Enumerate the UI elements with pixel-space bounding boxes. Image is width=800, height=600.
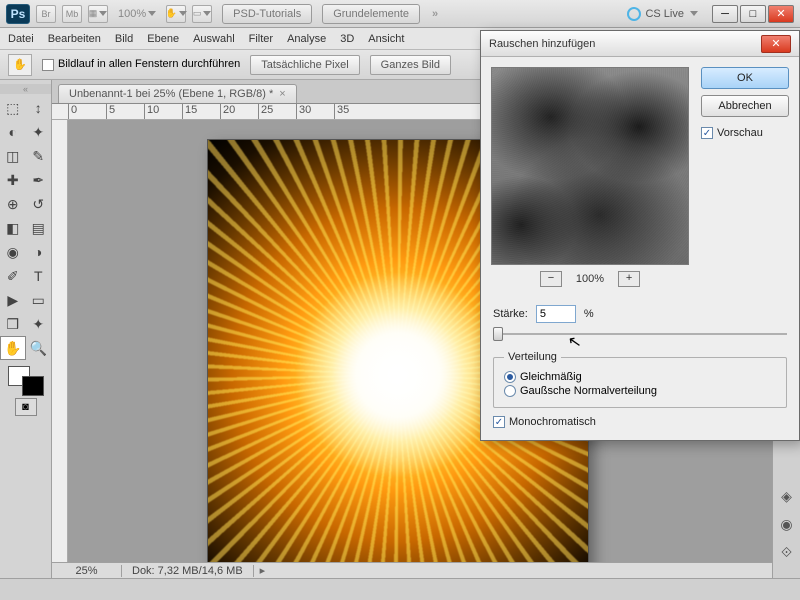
tool-palette: « ⬚↕ ◐✦ ◫✎ ✚✒ ⊕↺ ◧▤ ◉◑ ✐T ▶▭ ❒✦ ✋🔍 ◙ xyxy=(0,80,52,578)
dialog-titlebar[interactable]: Rauschen hinzufügen ✕ xyxy=(481,31,799,57)
slider-thumb[interactable] xyxy=(493,327,503,341)
menu-datei[interactable]: Datei xyxy=(8,33,34,45)
dialog-title: Rauschen hinzufügen xyxy=(489,38,595,50)
preview-zoom-label: 100% xyxy=(576,273,604,285)
layers-panel-icon[interactable]: ◈ xyxy=(777,486,797,506)
minibridge-button[interactable]: Mb xyxy=(62,5,82,23)
blur-tool-icon[interactable]: ◉ xyxy=(0,240,26,264)
menu-analyse[interactable]: Analyse xyxy=(287,33,326,45)
stamp-tool-icon[interactable]: ⊕ xyxy=(0,192,26,216)
monochromatic-checkbox[interactable]: ✓Monochromatisch xyxy=(493,416,787,428)
hand-tool-icon[interactable]: ✋ xyxy=(0,336,26,360)
palette-expand-icon[interactable]: « xyxy=(0,84,51,94)
close-tab-icon[interactable]: × xyxy=(279,88,285,100)
doc-info-chevron-icon[interactable]: ▸ xyxy=(254,564,272,577)
strength-slider[interactable] xyxy=(493,325,787,343)
ok-button[interactable]: OK xyxy=(701,67,789,89)
current-tool-hand-icon[interactable]: ✋ xyxy=(8,54,32,76)
menu-bearbeiten[interactable]: Bearbeiten xyxy=(48,33,101,45)
distribution-legend: Verteilung xyxy=(504,351,561,363)
menu-filter[interactable]: Filter xyxy=(249,33,273,45)
shape-tool-icon[interactable]: ▭ xyxy=(26,288,52,312)
path-select-tool-icon[interactable]: ▶ xyxy=(0,288,26,312)
menu-auswahl[interactable]: Auswahl xyxy=(193,33,235,45)
dialog-preview[interactable] xyxy=(491,67,689,265)
marquee-tool-icon[interactable]: ⬚ xyxy=(0,96,26,120)
document-status-bar: 25% Dok: 7,32 MB/14,6 MB ▸ xyxy=(52,562,772,578)
window-close-button[interactable]: ✕ xyxy=(768,5,794,23)
color-swatches[interactable] xyxy=(8,366,44,396)
magic-wand-tool-icon[interactable]: ✦ xyxy=(26,120,52,144)
3d-tool-icon[interactable]: ❒ xyxy=(0,312,26,336)
quickmask-button[interactable]: ◙ xyxy=(15,398,37,416)
preview-zoom-out-button[interactable]: − xyxy=(540,271,562,287)
preview-zoom-in-button[interactable]: + xyxy=(618,271,640,287)
cs-live-icon xyxy=(627,7,641,21)
background-swatch[interactable] xyxy=(22,376,44,396)
menu-ansicht[interactable]: Ansicht xyxy=(368,33,404,45)
channels-panel-icon[interactable]: ◉ xyxy=(777,514,797,534)
brush-tool-icon[interactable]: ✒ xyxy=(26,168,52,192)
strength-input[interactable] xyxy=(536,305,576,323)
doc-zoom-field[interactable]: 25% xyxy=(52,565,122,577)
dodge-tool-icon[interactable]: ◑ xyxy=(26,240,52,264)
scroll-all-windows-checkbox[interactable]: Bildlauf in allen Fenstern durchführen xyxy=(42,58,240,70)
fit-whole-image-button[interactable]: Ganzes Bild xyxy=(370,55,451,75)
app-zoom-label[interactable]: 100% xyxy=(118,8,156,20)
menu-ebene[interactable]: Ebene xyxy=(147,33,179,45)
move-tool-icon[interactable]: ↕ xyxy=(26,96,52,120)
app-bar: Ps Br Mb ▦ 100% ✋ ▭ PSD-Tutorials Grunde… xyxy=(0,0,800,28)
crop-tool-icon[interactable]: ◫ xyxy=(0,144,26,168)
ps-logo-icon[interactable]: Ps xyxy=(6,4,30,24)
workspace-more-icon[interactable]: » xyxy=(432,8,438,20)
distribution-uniform-radio[interactable]: Gleichmäßig xyxy=(504,371,776,383)
ruler-vertical xyxy=(52,120,68,562)
menu-3d[interactable]: 3D xyxy=(340,33,354,45)
distribution-gaussian-radio[interactable]: Gaußsche Normalverteilung xyxy=(504,385,776,397)
view-grid-icon[interactable]: ▦ xyxy=(88,5,108,23)
paths-panel-icon[interactable]: ⟐ xyxy=(777,542,797,562)
lasso-tool-icon[interactable]: ◐ xyxy=(0,120,26,144)
percent-label: % xyxy=(584,308,594,320)
strength-label: Stärke: xyxy=(493,308,528,320)
hand-mode-icon[interactable]: ✋ xyxy=(166,5,186,23)
bridge-button[interactable]: Br xyxy=(36,5,56,23)
window-minimize-button[interactable]: ─ xyxy=(712,5,738,23)
workspace-psd-tutorials[interactable]: PSD-Tutorials xyxy=(222,4,312,24)
screen-mode-icon[interactable]: ▭ xyxy=(192,5,212,23)
history-brush-tool-icon[interactable]: ↺ xyxy=(26,192,52,216)
pen-tool-icon[interactable]: ✐ xyxy=(0,264,26,288)
window-maximize-button[interactable]: □ xyxy=(740,5,766,23)
cs-live-button[interactable]: CS Live xyxy=(627,7,698,21)
workspace-grundelemente[interactable]: Grundelemente xyxy=(322,4,420,24)
cancel-button[interactable]: Abbrechen xyxy=(701,95,789,117)
eraser-tool-icon[interactable]: ◧ xyxy=(0,216,26,240)
3d-camera-tool-icon[interactable]: ✦ xyxy=(26,312,52,336)
gradient-tool-icon[interactable]: ▤ xyxy=(26,216,52,240)
actual-pixels-button[interactable]: Tatsächliche Pixel xyxy=(250,55,359,75)
menu-bild[interactable]: Bild xyxy=(115,33,133,45)
type-tool-icon[interactable]: T xyxy=(26,264,52,288)
add-noise-dialog: Rauschen hinzufügen ✕ − 100% + OK Abbrec… xyxy=(480,30,800,441)
dialog-close-button[interactable]: ✕ xyxy=(761,35,791,53)
healing-tool-icon[interactable]: ✚ xyxy=(0,168,26,192)
preview-checkbox[interactable]: ✓Vorschau xyxy=(701,127,789,139)
distribution-fieldset: Verteilung Gleichmäßig Gaußsche Normalve… xyxy=(493,351,787,408)
app-status-bar xyxy=(0,578,800,600)
doc-size-label[interactable]: Dok: 7,32 MB/14,6 MB xyxy=(122,565,254,577)
zoom-tool-icon[interactable]: 🔍 xyxy=(26,336,52,360)
eyedropper-tool-icon[interactable]: ✎ xyxy=(26,144,52,168)
document-tab[interactable]: Unbenannt-1 bei 25% (Ebene 1, RGB/8) *× xyxy=(58,84,297,103)
